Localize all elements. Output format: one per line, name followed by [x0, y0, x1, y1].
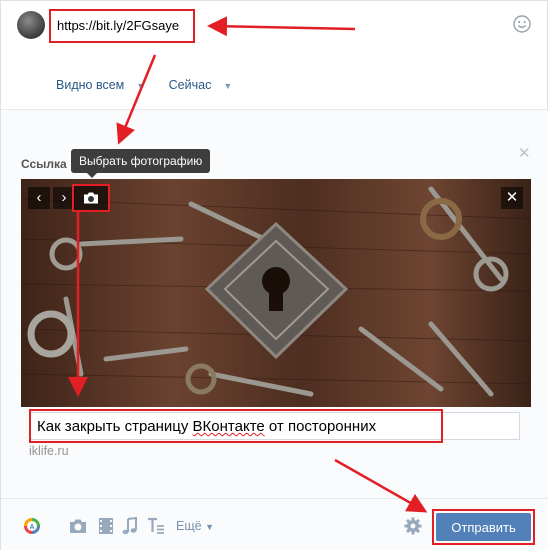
title-text-end: от посторонних — [264, 418, 377, 435]
previous-image-button[interactable]: ‹ — [28, 187, 50, 209]
link-section-label: Ссылка — [21, 157, 67, 171]
post-settings-row: Видно всем ▼ Сейчас ▼ — [56, 78, 252, 92]
svg-text:A: A — [29, 524, 34, 531]
text-icon[interactable] — [147, 517, 165, 535]
more-attachments-dropdown[interactable]: Ещё ▼ — [176, 519, 214, 533]
title-text-misspelled: ВКонтакте — [192, 418, 265, 435]
link-domain: iklife.ru — [29, 444, 69, 458]
smile-icon[interactable] — [513, 15, 531, 33]
link-preview-image — [21, 179, 531, 407]
chevron-down-icon: ▼ — [136, 81, 146, 91]
time-dropdown[interactable]: Сейчас ▼ — [169, 78, 243, 92]
send-button[interactable]: Отправить — [436, 513, 531, 541]
camera-icon[interactable] — [69, 517, 87, 535]
chevron-down-icon: ▼ — [223, 81, 233, 91]
choose-photo-tooltip: Выбрать фотографию — [71, 149, 211, 178]
send-button-highlight: Отправить — [432, 509, 535, 545]
post-text-input[interactable]: https://bit.ly/2FGsaye — [49, 9, 195, 43]
privacy-dropdown[interactable]: Видно всем ▼ — [56, 78, 155, 92]
post-text: https://bit.ly/2FGsaye — [57, 18, 180, 33]
post-composer: https://bit.ly/2FGsaye Видно всем ▼ Сейча… — [0, 0, 548, 550]
link-title-input[interactable]: Как закрыть страницу ВКонтакте от постор… — [29, 409, 443, 443]
avatar[interactable] — [17, 11, 45, 39]
camera-icon — [84, 192, 98, 204]
music-icon[interactable] — [121, 517, 139, 535]
remove-link-button[interactable]: ✕ — [518, 144, 531, 162]
remove-image-button[interactable]: ✕ — [501, 187, 523, 209]
choose-photo-button[interactable] — [72, 184, 110, 212]
palette-icon[interactable]: A — [23, 517, 41, 535]
video-icon[interactable] — [97, 517, 115, 535]
title-text-start: Как закрыть страницу — [37, 418, 193, 435]
gear-icon[interactable] — [404, 517, 422, 535]
divider — [1, 498, 548, 499]
